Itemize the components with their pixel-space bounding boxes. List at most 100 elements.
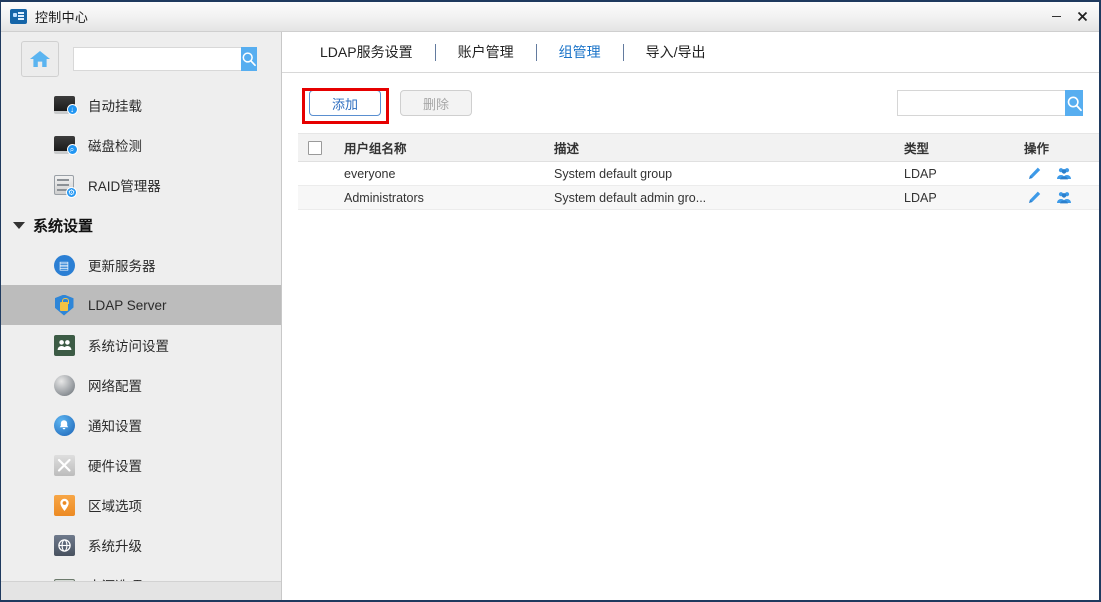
sidebar-item-raid-manager[interactable]: ⚙ RAID管理器 xyxy=(1,165,281,205)
sidebar-scroll-area: ↓ 自动挂载 ⌕ 磁盘检测 ⚙ RAID管理器 xyxy=(1,32,281,581)
cell-group-name: everyone xyxy=(338,162,548,186)
region-icon xyxy=(53,494,75,516)
sidebar-search xyxy=(73,47,253,71)
sidebar-item-label: 磁盘检测 xyxy=(88,135,142,155)
delete-button: 删除 xyxy=(400,90,472,116)
minimize-button[interactable] xyxy=(1043,2,1069,32)
window-body: ↓ 自动挂载 ⌕ 磁盘检测 ⚙ RAID管理器 xyxy=(1,32,1099,600)
window-title: 控制中心 xyxy=(35,7,88,26)
sidebar-group-label: 系统设置 xyxy=(33,215,93,236)
sidebar-search-button[interactable] xyxy=(241,47,257,71)
sidebar-item-label: 网络配置 xyxy=(88,375,142,395)
search-icon xyxy=(1066,95,1083,112)
table-search xyxy=(897,90,1083,116)
minimize-icon xyxy=(1052,16,1061,18)
control-center-window: 控制中心 xyxy=(0,0,1101,602)
toolbar: 添加 删除 xyxy=(282,73,1099,133)
cell-group-name: Administrators xyxy=(338,186,548,210)
title-bar: 控制中心 xyxy=(1,2,1099,32)
column-header-name[interactable]: 用户组名称 xyxy=(338,134,548,162)
users-glyph xyxy=(57,339,72,351)
sidebar-item-hardware[interactable]: 硬件设置 xyxy=(1,445,281,485)
row-actions xyxy=(1024,166,1099,182)
select-all-header xyxy=(298,134,338,162)
sidebar-footer xyxy=(1,581,281,600)
add-button[interactable]: 添加 xyxy=(309,90,381,116)
table-search-input[interactable] xyxy=(897,90,1065,116)
sidebar-item-label: 区域选项 xyxy=(88,495,142,515)
chevron-down-icon xyxy=(13,222,25,229)
sidebar-item-update-server[interactable]: ▤ 更新服务器 xyxy=(1,245,281,285)
system-upgrade-icon xyxy=(53,534,75,556)
sidebar-item-network-config[interactable]: 网络配置 xyxy=(1,365,281,405)
cell-type: LDAP xyxy=(898,162,1018,186)
sidebar-item-label: 系统访问设置 xyxy=(88,335,169,355)
cell-operations xyxy=(1018,162,1099,186)
sidebar-item-system-access[interactable]: 系统访问设置 xyxy=(1,325,281,365)
tab-import-export[interactable]: 导入/导出 xyxy=(624,42,728,62)
sidebar-item-disk-scan[interactable]: ⌕ 磁盘检测 xyxy=(1,125,281,165)
table-row[interactable]: everyone System default group LDAP xyxy=(298,162,1099,186)
sidebar-group-system-settings[interactable]: 系统设置 xyxy=(1,205,281,245)
edit-icon[interactable] xyxy=(1026,166,1042,182)
column-header-type[interactable]: 类型 xyxy=(898,134,1018,162)
row-checkbox-cell[interactable] xyxy=(298,162,338,186)
sidebar-item-region-options[interactable]: 区域选项 xyxy=(1,485,281,525)
table-search-button[interactable] xyxy=(1065,90,1083,116)
disk-scan-icon: ⌕ xyxy=(53,134,75,156)
cell-operations xyxy=(1018,186,1099,210)
sidebar-item-label: 通知设置 xyxy=(88,415,142,435)
sidebar-item-label: 系统升级 xyxy=(88,535,142,555)
sidebar-item-label: 自动挂载 xyxy=(88,95,142,115)
tab-group-management[interactable]: 组管理 xyxy=(537,42,623,62)
tab-divider xyxy=(536,44,537,61)
sidebar-search-input[interactable] xyxy=(73,47,241,71)
select-all-checkbox[interactable] xyxy=(308,141,322,155)
tab-account-management[interactable]: 账户管理 xyxy=(436,42,536,62)
home-icon xyxy=(29,49,51,69)
disk-mount-icon: ↓ xyxy=(53,94,75,116)
bell-glyph xyxy=(58,419,70,431)
column-header-operation: 操作 xyxy=(1018,134,1099,162)
cell-description: System default admin gro... xyxy=(548,186,898,210)
close-icon xyxy=(1077,11,1088,22)
window-controls xyxy=(1043,2,1099,31)
edit-icon[interactable] xyxy=(1026,190,1042,206)
raid-manager-icon: ⚙ xyxy=(53,174,75,196)
cell-type: LDAP xyxy=(898,186,1018,210)
sidebar-nav-list: ↓ 自动挂载 ⌕ 磁盘检测 ⚙ RAID管理器 xyxy=(1,85,281,581)
main-panel: LDAP服务设置 账户管理 组管理 导入/导出 添加 删除 xyxy=(282,32,1099,600)
sidebar-item-auto-mount[interactable]: ↓ 自动挂载 xyxy=(1,85,281,125)
location-pin-glyph xyxy=(58,498,71,512)
hardware-icon xyxy=(53,454,75,476)
members-icon[interactable] xyxy=(1056,166,1072,182)
ldap-shield-icon xyxy=(53,294,75,316)
table-row[interactable]: Administrators System default admin gro.… xyxy=(298,186,1099,210)
row-actions xyxy=(1024,190,1099,206)
tab-divider xyxy=(623,44,624,61)
table-header-row: 用户组名称 描述 类型 操作 xyxy=(298,134,1099,162)
table-header: 用户组名称 描述 类型 操作 xyxy=(298,134,1099,162)
system-access-icon xyxy=(53,334,75,356)
power-options-icon xyxy=(53,574,75,581)
network-icon xyxy=(53,374,75,396)
sidebar-item-ldap-server[interactable]: LDAP Server xyxy=(1,285,281,325)
row-checkbox-cell[interactable] xyxy=(298,186,338,210)
close-button[interactable] xyxy=(1069,2,1095,32)
home-button[interactable] xyxy=(21,41,59,77)
group-table: 用户组名称 描述 类型 操作 everyone System default g… xyxy=(298,133,1099,210)
notification-icon xyxy=(53,414,75,436)
members-icon[interactable] xyxy=(1056,190,1072,206)
update-server-icon: ▤ xyxy=(53,254,75,276)
sidebar-item-notification[interactable]: 通知设置 xyxy=(1,405,281,445)
sidebar-item-power-options[interactable]: 电源选项 xyxy=(1,565,281,581)
control-center-icon xyxy=(10,9,27,24)
tab-ldap-service-settings[interactable]: LDAP服务设置 xyxy=(298,42,435,62)
sidebar-item-label: RAID管理器 xyxy=(88,175,161,195)
sidebar-item-system-upgrade[interactable]: 系统升级 xyxy=(1,525,281,565)
tab-bar: LDAP服务设置 账户管理 组管理 导入/导出 xyxy=(282,32,1099,73)
group-table-container: 用户组名称 描述 类型 操作 everyone System default g… xyxy=(282,133,1099,210)
column-header-description[interactable]: 描述 xyxy=(548,134,898,162)
sidebar-item-label: 硬件设置 xyxy=(88,455,142,475)
resize-grip-icon[interactable] xyxy=(1083,584,1097,598)
